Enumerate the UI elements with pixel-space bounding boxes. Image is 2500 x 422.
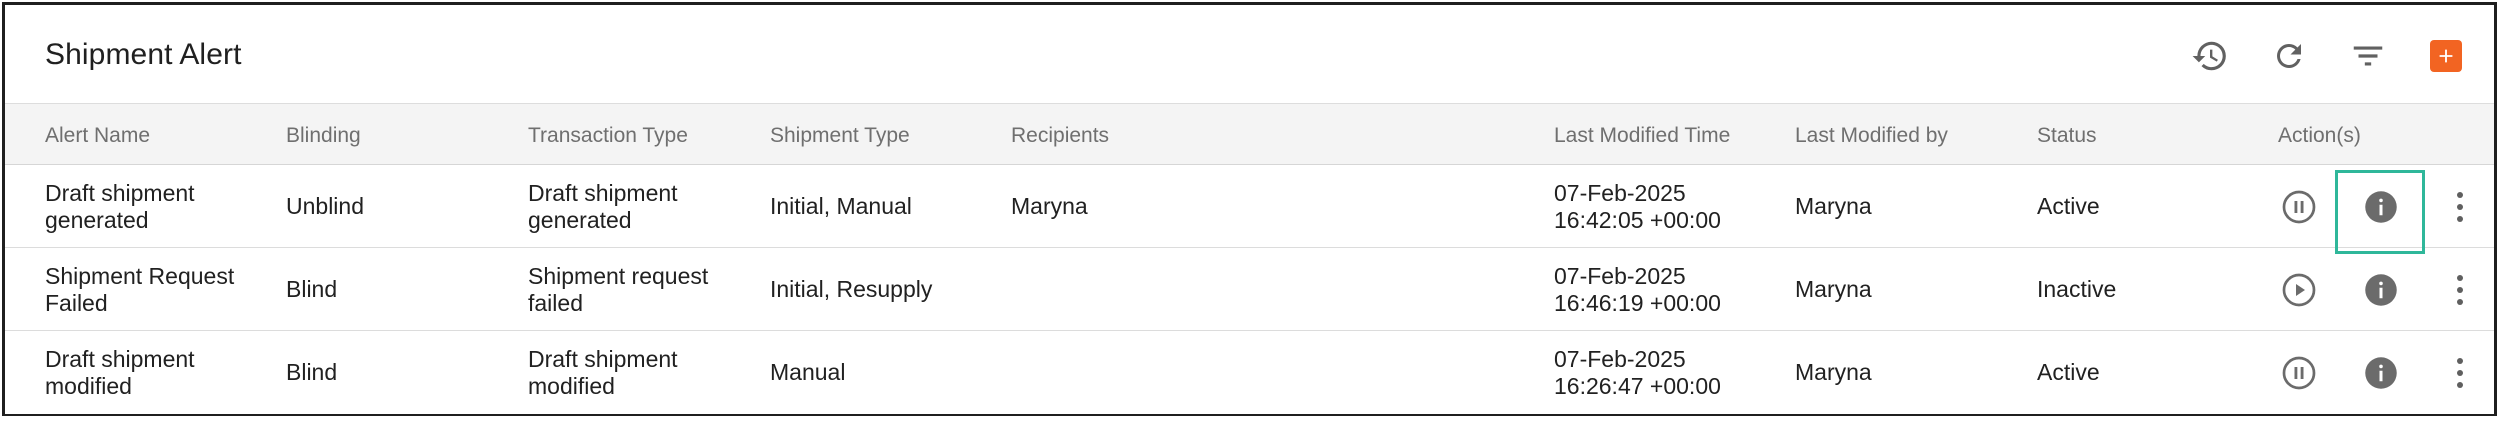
column-header-last-modified-time[interactable]: Last Modified Time [1554, 124, 1730, 148]
add-icon [2439, 49, 2453, 63]
history-icon [2192, 41, 2226, 71]
alert-name-line: Failed [45, 289, 108, 316]
info-button[interactable] [2336, 248, 2426, 331]
panel-header: Shipment Alert [5, 5, 2494, 103]
page-title: Shipment Alert [45, 38, 242, 71]
more-vertical-icon [2457, 274, 2463, 305]
blinding-cell: Blind [286, 359, 338, 385]
info-button[interactable] [2336, 331, 2426, 414]
deactivate-button[interactable] [2277, 165, 2321, 248]
transaction-type-cell: Draft shipment modified [528, 331, 748, 414]
column-header-last-modified-by[interactable]: Last Modified by [1795, 124, 1948, 148]
alert-name-cell: Shipment Request Failed [45, 248, 265, 331]
info-icon [2365, 190, 2397, 223]
last-modified-time-cell: 07-Feb-2025 16:26:47 +00:00 [1554, 331, 1774, 414]
table-row[interactable]: Shipment Request Failed Blind Shipment r… [5, 248, 2494, 331]
transaction-type-line: failed [528, 289, 583, 316]
modified-date: 07-Feb-2025 [1554, 179, 1686, 206]
more-options-button[interactable] [2445, 165, 2475, 248]
alert-name-line: generated [45, 206, 149, 233]
status-cell: Inactive [2037, 276, 2117, 302]
filter-icon [2353, 46, 2383, 66]
alert-name-cell: Draft shipment modified [45, 331, 265, 414]
transaction-type-cell: Shipment request failed [528, 248, 748, 331]
more-options-button[interactable] [2445, 248, 2475, 331]
transaction-type-line: Draft shipment [528, 179, 678, 206]
column-header-alert-name[interactable]: Alert Name [45, 124, 150, 148]
shipment-type-cell: Manual [770, 359, 846, 385]
transaction-type-cell: Draft shipment generated [528, 165, 748, 248]
modified-time: 16:42:05 +00:00 [1554, 206, 1721, 233]
alert-name-cell: Draft shipment generated [45, 165, 265, 248]
transaction-type-line: Shipment request [528, 262, 709, 289]
last-modified-time-cell: 07-Feb-2025 16:42:05 +00:00 [1554, 165, 1774, 248]
shipment-type-cell: Initial, Manual [770, 193, 912, 219]
play-circle-icon [2282, 273, 2316, 306]
modified-date: 07-Feb-2025 [1554, 262, 1686, 289]
transaction-type-line: Draft shipment [528, 345, 678, 372]
recipients-cell [1011, 248, 1511, 331]
alert-name-line: Shipment Request [45, 262, 235, 289]
modified-date: 07-Feb-2025 [1554, 345, 1686, 372]
table-header: Alert Name Blinding Transaction Type Shi… [5, 103, 2494, 165]
transaction-type-line: generated [528, 206, 632, 233]
last-modified-by-cell: Maryna [1795, 276, 1872, 302]
recipients-cell [1011, 331, 1511, 414]
modified-time: 16:26:47 +00:00 [1554, 372, 1721, 399]
more-vertical-icon [2457, 191, 2463, 222]
last-modified-time-cell: 07-Feb-2025 16:46:19 +00:00 [1554, 248, 1774, 331]
column-header-blinding[interactable]: Blinding [286, 124, 361, 148]
alert-name-line: Draft shipment [45, 345, 195, 372]
shipment-type-cell: Initial, Resupply [770, 276, 933, 302]
info-icon [2365, 356, 2397, 389]
blinding-cell: Blind [286, 276, 338, 302]
recipients-cell: Maryna [1011, 193, 1088, 219]
modified-time: 16:46:19 +00:00 [1554, 289, 1721, 316]
blinding-cell: Unblind [286, 193, 364, 219]
more-options-button[interactable] [2445, 331, 2475, 414]
pause-circle-icon [2282, 356, 2316, 389]
alerts-table: Alert Name Blinding Transaction Type Shi… [5, 103, 2494, 414]
history-button[interactable] [2188, 34, 2232, 78]
refresh-icon [2277, 44, 2301, 68]
table-row[interactable]: Draft shipment modified Blind Draft ship… [5, 331, 2494, 414]
column-header-recipients[interactable]: Recipients [1011, 124, 1109, 148]
shipment-alert-panel: Shipment Alert Alert Name Blinding Trans… [2, 2, 2497, 416]
status-cell: Active [2037, 359, 2100, 385]
deactivate-button[interactable] [2277, 331, 2321, 414]
table-row[interactable]: Draft shipment generated Unblind Draft s… [5, 165, 2494, 248]
toolbar [2153, 34, 2462, 78]
status-cell: Active [2037, 193, 2100, 219]
column-header-actions: Action(s) [2278, 124, 2361, 147]
last-modified-by-cell: Maryna [1795, 193, 1872, 219]
info-icon [2365, 273, 2397, 306]
more-vertical-icon [2457, 357, 2463, 388]
transaction-type-line: modified [528, 372, 615, 399]
refresh-button[interactable] [2267, 34, 2311, 78]
add-button[interactable] [2430, 40, 2462, 72]
column-header-transaction-type[interactable]: Transaction Type [528, 124, 688, 148]
alert-name-line: Draft shipment [45, 179, 195, 206]
activate-button[interactable] [2277, 248, 2321, 331]
column-header-status[interactable]: Status [2037, 124, 2097, 148]
pause-circle-icon [2282, 190, 2316, 223]
alert-name-line: modified [45, 372, 132, 399]
filter-button[interactable] [2346, 34, 2390, 78]
info-button[interactable] [2336, 165, 2426, 248]
column-header-shipment-type[interactable]: Shipment Type [770, 124, 910, 148]
last-modified-by-cell: Maryna [1795, 359, 1872, 385]
